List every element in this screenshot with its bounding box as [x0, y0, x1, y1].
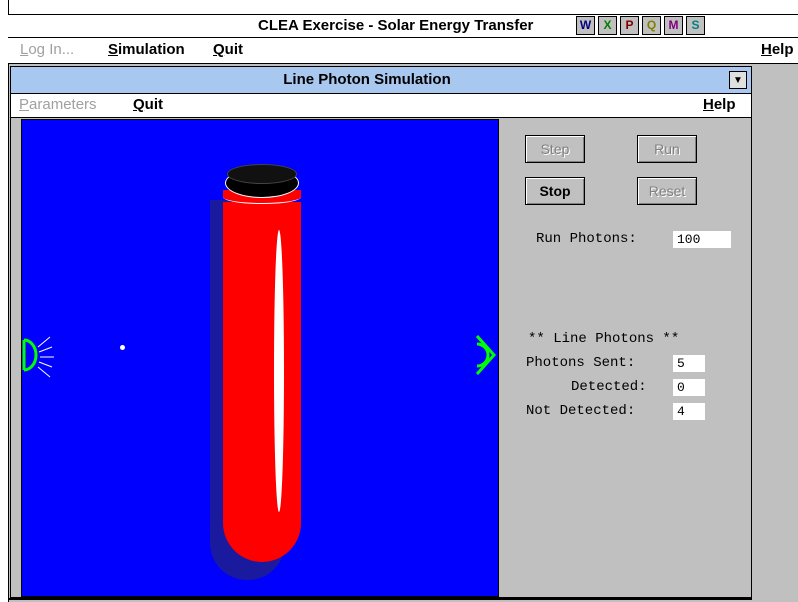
gas-tube	[223, 202, 301, 562]
photons-sent-value: 5	[673, 355, 705, 372]
menu-parameters[interactable]: Parameters	[19, 96, 97, 113]
stats-header: ** Line Photons **	[528, 331, 680, 347]
photons-sent-label: Photons Sent:	[526, 355, 636, 371]
light-source-icon	[22, 336, 54, 378]
main-menubar: Log In... Simulation Quit Help	[8, 38, 798, 64]
spreadsheet-icon[interactable]: X	[598, 16, 617, 35]
run-photons-label: Run Photons:	[536, 231, 637, 247]
line-photon-window: Line Photon Simulation ▼ Parameters Quit…	[10, 66, 752, 598]
workspace-right-edge	[752, 66, 798, 602]
simulation-canvas[interactable]	[21, 119, 499, 597]
run-photons-field[interactable]: 100	[673, 231, 731, 248]
not-detected-label: Not Detected:	[526, 403, 636, 419]
child-titlebar: Line Photon Simulation ▼	[11, 67, 751, 94]
app-title: CLEA Exercise - Solar Energy Transfer	[258, 17, 534, 34]
menu-quit[interactable]: Quit	[213, 41, 243, 58]
menu-simulation[interactable]: Simulation	[108, 41, 185, 58]
bottom-border	[8, 598, 752, 600]
photon-dot	[120, 345, 125, 350]
stop-button[interactable]: Stop	[525, 177, 585, 205]
reset-button[interactable]: Reset	[637, 177, 697, 205]
media-icon[interactable]: M	[664, 16, 683, 35]
run-button[interactable]: Run	[637, 135, 697, 163]
search-icon[interactable]: Q	[642, 16, 661, 35]
detected-value: 0	[673, 379, 705, 396]
not-detected-value: 4	[673, 403, 705, 420]
window-dropdown-button[interactable]: ▼	[729, 71, 747, 89]
child-menubar: Parameters Quit Help	[11, 94, 751, 118]
child-menu-help[interactable]: Help	[703, 96, 736, 113]
child-menu-quit[interactable]: Quit	[133, 96, 163, 113]
paint-icon[interactable]: P	[620, 16, 639, 35]
app-titlebar: CLEA Exercise - Solar Energy Transfer W …	[8, 14, 798, 38]
detector-icon	[475, 334, 497, 376]
write-icon[interactable]: W	[576, 16, 595, 35]
settings-icon[interactable]: S	[686, 16, 705, 35]
detected-label: Detected:	[571, 379, 647, 395]
step-button[interactable]: Step	[525, 135, 585, 163]
tube-cap-top	[227, 164, 297, 184]
menu-login[interactable]: Log In...	[20, 41, 74, 58]
tube-highlight	[274, 230, 284, 512]
child-title: Line Photon Simulation	[283, 71, 451, 88]
menu-help[interactable]: Help	[761, 41, 794, 58]
